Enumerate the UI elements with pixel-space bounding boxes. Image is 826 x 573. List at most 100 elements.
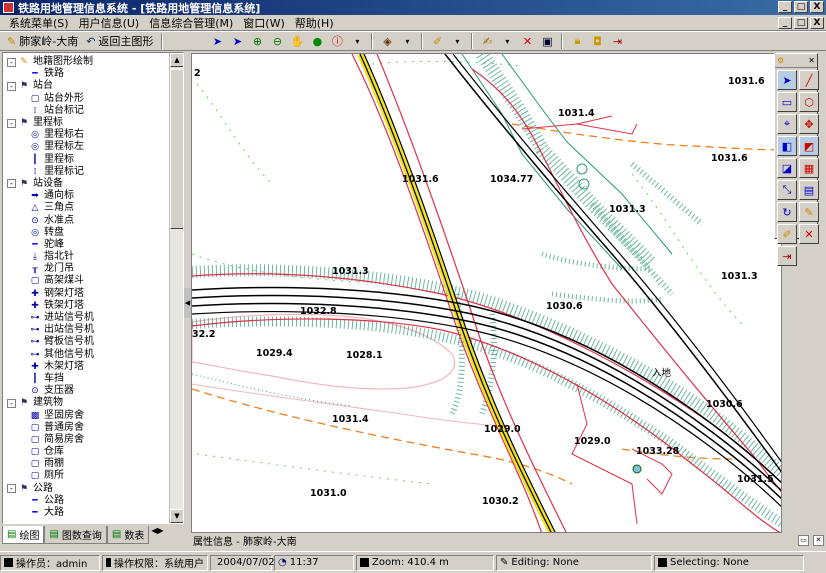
tree-item[interactable]: ▩ 坚固房舍 [7,409,167,421]
tree-item[interactable]: ━ 公路 [7,495,167,507]
tree-item[interactable]: △ 三角点 [7,202,167,214]
toolbox-rect-icon[interactable]: ▭ [777,92,797,112]
select-arrow-alt-icon[interactable]: ➤ [228,33,246,49]
expand-toggle-icon[interactable]: - [7,81,16,91]
lock-alt-icon[interactable]: ◘ [588,33,606,49]
tree-item[interactable]: ⁞ 里程标记 [7,166,167,178]
tab-query[interactable]: ▤ 图数查询 [44,526,107,544]
expand-toggle-icon[interactable]: - [7,179,16,189]
tree-item[interactable]: ▢ 雨棚 [7,458,167,470]
expand-toggle-icon[interactable]: - [7,118,16,128]
tree-item[interactable]: - ⚑ 站设备 [7,178,167,190]
tree-item[interactable]: ━ 大路 [7,507,167,519]
tree-item[interactable]: ⊙ 水准点 [7,214,167,226]
zoom-out-icon[interactable]: ⊖ [268,33,286,49]
draw-icon[interactable]: ✍ [478,33,496,49]
zoom-in-icon[interactable]: ⊕ [248,33,266,49]
tab-scroll-right-icon[interactable]: ▶ [158,526,164,535]
toolbox-shape-icon[interactable]: ◧ [777,136,797,156]
tree-item[interactable]: - ⚑ 公路 [7,483,167,495]
lock-icon[interactable]: 🔒︎ [568,33,586,49]
scroll-down-icon[interactable]: ▼ [170,509,183,523]
tree-item[interactable]: ╥ 龙门吊 [7,263,167,275]
layer-icon[interactable]: ◈ [378,33,396,49]
toolbox-exit-icon[interactable]: ⇥ [777,246,797,266]
toolbox-rotate-icon[interactable]: ↻ [777,202,797,222]
close-button[interactable]: X [810,1,824,13]
tree-item[interactable]: ▢ 高架煤斗 [7,275,167,287]
toolbox-table-icon[interactable]: ▤ [799,180,819,200]
panel-splitter[interactable]: ◀ [184,52,191,532]
tree-item[interactable]: - ⚑ 里程标 [7,117,167,129]
toolbox-delete-icon[interactable]: ✕ [799,224,819,244]
toolbox-grid-icon[interactable]: ▦ [799,158,819,178]
expand-toggle-icon[interactable]: - [7,484,16,494]
toolbox-poly-icon[interactable]: ⬡ [799,92,819,112]
toolbox-select-icon[interactable]: ➤ [777,70,797,90]
child-maximize-button[interactable]: □ [794,17,808,29]
location-button[interactable]: ✎ 肺家岭-大南 [3,33,82,49]
minimize-button[interactable]: _ [778,1,792,13]
tree-item[interactable]: ━ 铁路 [7,68,167,80]
toolbox-text-icon[interactable]: ◪ [777,158,797,178]
tree-item[interactable]: ⊶ 其他信号机 [7,349,167,361]
tree-item[interactable]: ⊶ 进站信号机 [7,312,167,324]
child-close-button[interactable]: X [810,17,824,29]
toolbox-move-icon[interactable]: ✥ [799,114,819,134]
edit-icon[interactable]: ✐ [428,33,446,49]
tree-item[interactable]: ⤓ 指北针 [7,251,167,263]
exit-icon[interactable]: ⇥ [608,33,626,49]
menu-window[interactable]: 窗口(W) [238,15,289,31]
scroll-up-icon[interactable]: ▲ [170,53,183,67]
tree-item[interactable]: - ⚑ 建筑物 [7,397,167,409]
delete-icon[interactable]: ✕ [518,33,536,49]
toolbox-line-icon[interactable]: ╱ [799,70,819,90]
toolbox-erase-icon[interactable]: ✐ [777,224,797,244]
tree-item[interactable]: ✚ 铁架灯塔 [7,300,167,312]
tree-item[interactable]: ▢ 简易房舍 [7,434,167,446]
tree-item[interactable]: ◎ 转盘 [7,227,167,239]
tree-item[interactable]: - ✎ 地籍图形绘制 [7,56,167,68]
tree-item[interactable]: ⊶ 出站信号机 [7,324,167,336]
tree-item[interactable]: ✚ 钢架灯塔 [7,288,167,300]
tree-item[interactable]: ◎ 里程标左 [7,141,167,153]
menu-system[interactable]: 系统菜单(S) [4,15,74,31]
property-minimize-icon[interactable]: ▭ [798,534,809,546]
select-arrow-icon[interactable]: ➤ [208,33,226,49]
info-tool-icon[interactable]: ⓘ [328,33,346,49]
tree-item[interactable]: ▢ 仓库 [7,446,167,458]
tree-item[interactable]: ▢ 普通房舍 [7,422,167,434]
dropdown-arrow-icon[interactable]: ▾ [448,33,466,49]
tree-item[interactable]: ┃ 里程标 [7,154,167,166]
menu-info-management[interactable]: 信息综合管理(M) [144,15,238,31]
toolbox-close-icon[interactable]: ✕ [808,56,815,65]
menu-help[interactable]: 帮助(H) [290,15,339,31]
scroll-thumb[interactable] [170,69,183,229]
tree-item[interactable]: ▢ 站台外形 [7,93,167,105]
dropdown-arrow-icon[interactable]: ▾ [348,33,366,49]
tab-table[interactable]: ▤ 数表 [106,526,150,544]
tree-item[interactable]: ⁞ 站台标记 [7,105,167,117]
tree-item[interactable]: ▢ 厕所 [7,470,167,482]
menu-user[interactable]: 用户信息(U) [74,15,145,31]
expand-toggle-icon[interactable]: - [7,57,16,67]
tree-item[interactable]: ┃ 车挡 [7,373,167,385]
tree-scrollbar[interactable]: ▲ ▼ [169,53,183,523]
tree-item[interactable]: ➡ 通向标 [7,190,167,202]
map-canvas[interactable]: 1031.6 1031.4 1031.6 1031.6 1034.77 1031… [191,53,782,533]
tree-item[interactable]: ━ 驼峰 [7,239,167,251]
maximize-button[interactable]: □ [794,1,808,13]
toolbox-node-icon[interactable]: ⌖ [777,114,797,134]
tab-draw[interactable]: ▤ 绘图 [2,526,45,544]
tree-item[interactable]: ◎ 里程标右 [7,129,167,141]
expand-toggle-icon[interactable]: - [7,398,16,408]
tree-item[interactable]: ✚ 木架灯塔 [7,361,167,373]
toolbox-pen-icon[interactable]: ✎ [799,202,819,222]
collapse-arrow-icon[interactable]: ◀ [184,288,191,318]
pan-hand-icon[interactable]: ✋ [288,33,306,49]
save-icon[interactable]: ▣ [538,33,556,49]
tree-item[interactable]: ⊶ 臂板信号机 [7,336,167,348]
toolbox-fill-icon[interactable]: ◩ [799,136,819,156]
globe-icon[interactable]: ● [308,33,326,49]
dropdown-arrow-icon[interactable]: ▾ [398,33,416,49]
